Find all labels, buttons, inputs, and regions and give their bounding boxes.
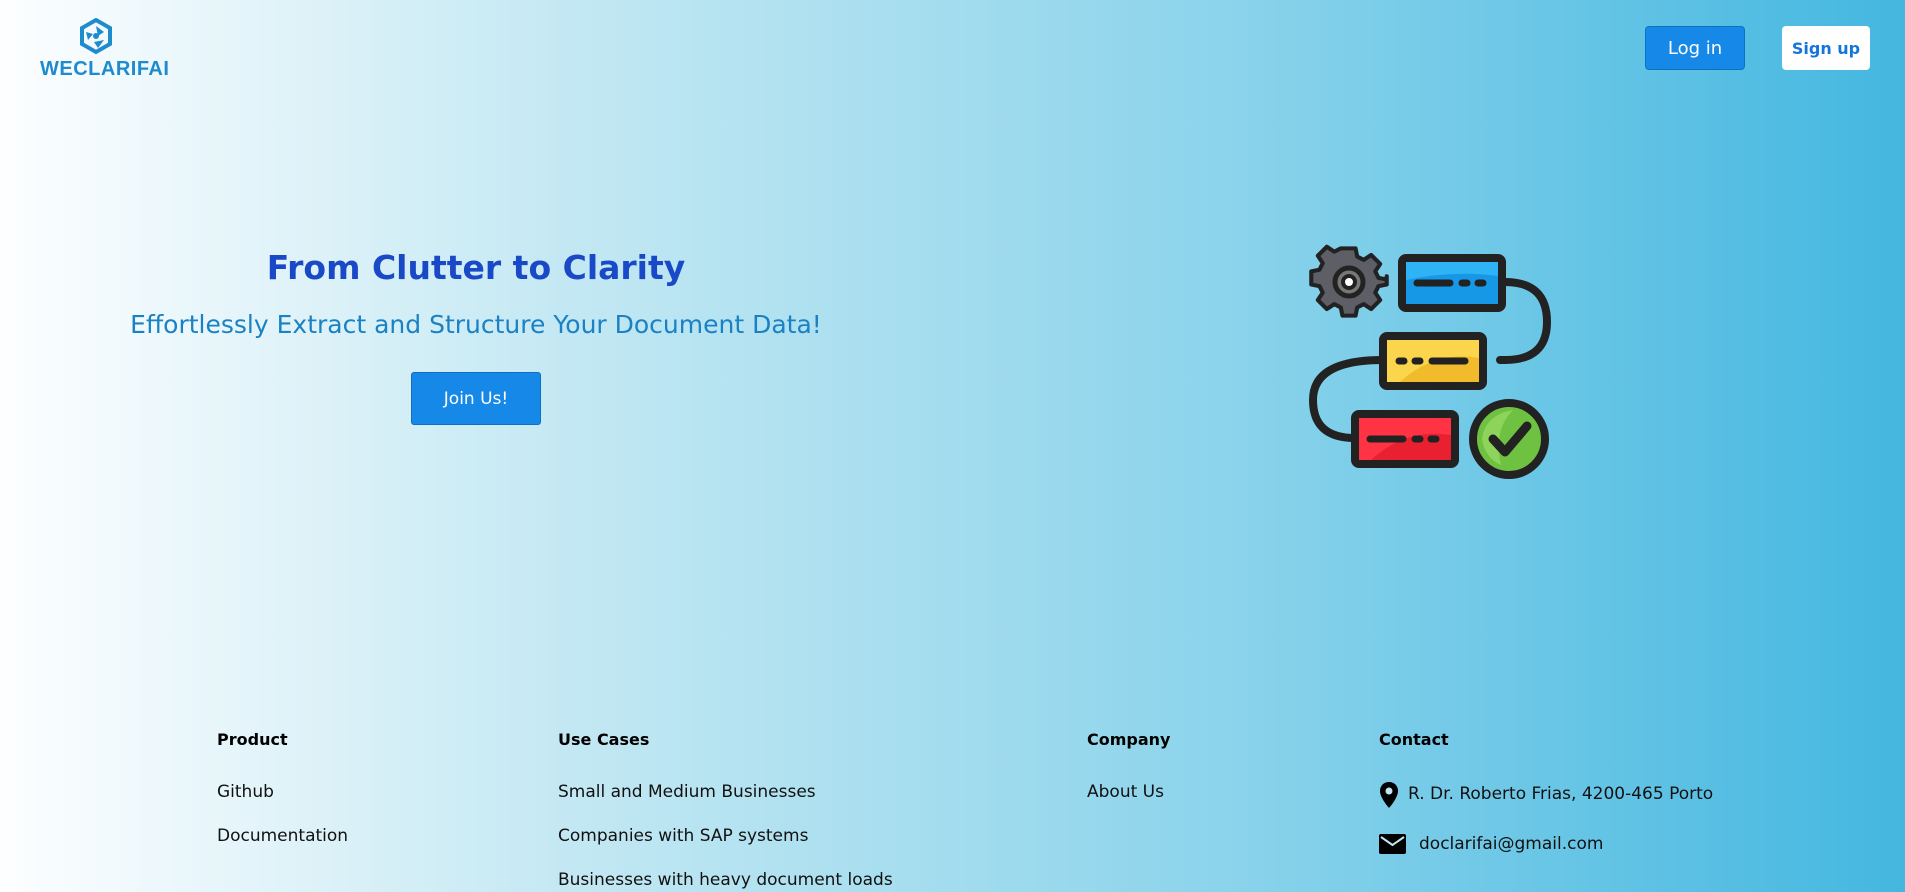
footer-heading-company: Company: [1087, 730, 1171, 749]
footer-heading-use-cases: Use Cases: [558, 730, 650, 749]
footer-heading-contact: Contact: [1379, 730, 1449, 749]
footer-product: Product Github Documentation: [217, 730, 497, 846]
footer-link-heavy-loads[interactable]: Businesses with heavy document loads: [558, 870, 893, 890]
signup-button[interactable]: Sign up: [1782, 26, 1870, 70]
contact-email[interactable]: doclarifai@gmail.com: [1419, 834, 1603, 854]
hero-title: From Clutter to Clarity: [266, 248, 686, 287]
footer-heading-product: Product: [217, 730, 288, 749]
footer-link-github[interactable]: Github: [217, 782, 274, 802]
workflow-pipeline-icon: [1308, 244, 1552, 479]
footer-company: Company About Us: [1087, 730, 1287, 802]
footer-contact: Contact R. Dr. Roberto Frias, 4200-465 P…: [1379, 730, 1859, 854]
footer-link-documentation[interactable]: Documentation: [217, 826, 348, 846]
footer-use-cases: Use Cases Small and Medium Businesses Co…: [558, 730, 958, 890]
footer-link-about-us[interactable]: About Us: [1087, 782, 1164, 802]
map-pin-icon: [1380, 782, 1398, 808]
logo-text: WECLARIFAI: [40, 58, 170, 80]
footer-link-smb[interactable]: Small and Medium Businesses: [558, 782, 816, 802]
hexagon-logo-icon: [80, 18, 112, 55]
envelope-icon: [1379, 834, 1406, 854]
hero-subtitle: Effortlessly Extract and Structure Your …: [130, 310, 822, 339]
footer-link-sap[interactable]: Companies with SAP systems: [558, 826, 808, 846]
contact-address: R. Dr. Roberto Frias, 4200-465 Porto: [1408, 784, 1714, 804]
join-button[interactable]: Join Us!: [411, 372, 541, 425]
logo[interactable]: WECLARIFAI: [38, 18, 169, 80]
login-button[interactable]: Log in: [1645, 26, 1745, 70]
